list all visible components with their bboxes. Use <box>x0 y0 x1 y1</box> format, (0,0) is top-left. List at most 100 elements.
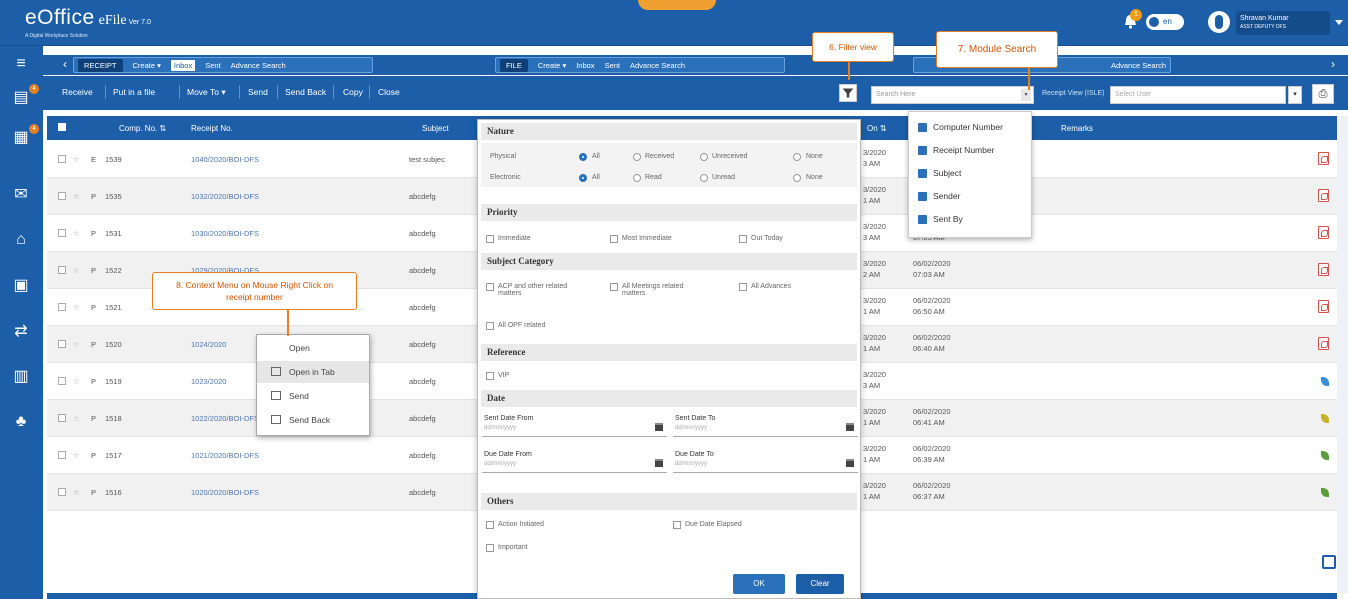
row-checkbox[interactable] <box>58 266 66 274</box>
star-icon[interactable]: ☆ <box>73 451 80 460</box>
receipt-number-link[interactable]: 1032/2020/BOI-DFS <box>191 192 259 201</box>
due-date-from-field[interactable]: Due Date From dd/mm/yyyy <box>482 449 667 473</box>
context-open[interactable]: Open <box>257 337 369 359</box>
receipt-sent-link[interactable]: Sent <box>205 61 220 70</box>
star-icon[interactable]: ☆ <box>73 229 80 238</box>
expand-icon[interactable] <box>1322 555 1336 569</box>
user-avatar-icon[interactable] <box>1208 11 1230 33</box>
home-icon[interactable]: ⌂ <box>11 230 31 250</box>
receipt-inbox-link[interactable]: Inbox <box>170 59 196 71</box>
search-input[interactable]: Search Here ▾ <box>871 86 1034 104</box>
transfer-icon[interactable]: ⇄ <box>11 322 31 342</box>
action-initiated-checkbox[interactable] <box>486 521 494 529</box>
clear-button[interactable]: Clear <box>796 574 844 594</box>
sent-by-option[interactable]: Sent By <box>918 214 963 224</box>
star-icon[interactable]: ☆ <box>73 340 80 349</box>
star-icon[interactable]: ☆ <box>73 192 80 201</box>
context-send[interactable]: Send <box>257 385 369 407</box>
star-icon[interactable]: ☆ <box>73 414 80 423</box>
electronic-read-radio[interactable] <box>633 174 641 182</box>
receipt-advance-search-link[interactable]: Advance Search <box>231 61 286 70</box>
row-checkbox[interactable] <box>58 377 66 385</box>
filter-icon[interactable] <box>839 84 857 102</box>
receipt-number-link[interactable]: 1024/2020 <box>191 340 226 349</box>
pdf-icon[interactable] <box>1318 337 1329 350</box>
receipt-create-menu[interactable]: Create ▾ <box>133 61 161 70</box>
file-icon[interactable]: ▦ <box>11 128 31 148</box>
out-today-checkbox[interactable] <box>739 235 747 243</box>
receipt-number-link[interactable]: 1022/2020/BOI-DFS <box>191 414 259 423</box>
receipt-number-option[interactable]: Receipt Number <box>918 145 994 155</box>
receipt-number-link[interactable]: 1040/2020/BOI-DFS <box>191 155 259 164</box>
print-icon[interactable]: ⎙ <box>1312 84 1334 104</box>
copy-button[interactable]: Copy <box>343 87 363 97</box>
row-checkbox[interactable] <box>58 303 66 311</box>
electronic-all-radio[interactable] <box>579 174 587 182</box>
physical-received-radio[interactable] <box>633 153 641 161</box>
sent-date-from-field[interactable]: Sent Date From dd/mm/yyyy <box>482 413 667 437</box>
select-user-input[interactable]: Select User <box>1110 86 1286 104</box>
receipt-menu-title[interactable]: RECEIPT <box>78 58 123 72</box>
calendar-icon[interactable] <box>655 423 663 431</box>
report-icon[interactable]: ▥ <box>11 367 31 387</box>
pdf-icon[interactable] <box>1318 152 1329 165</box>
vip-checkbox[interactable] <box>486 372 494 380</box>
user-admin-icon[interactable]: ♣ <box>11 412 31 432</box>
pdf-icon[interactable] <box>1318 263 1329 276</box>
caret-down-icon[interactable] <box>1335 20 1343 25</box>
pdf-icon[interactable] <box>1318 300 1329 313</box>
dak-icon[interactable]: ✉ <box>11 185 31 205</box>
receipt-number-link[interactable]: 1021/2020/BOI-DFS <box>191 451 259 460</box>
sent-date-to-field[interactable]: Sent Date To dd/mm/yyyy <box>673 413 858 437</box>
opf-checkbox[interactable] <box>486 322 494 330</box>
send-button[interactable]: Send <box>248 87 268 97</box>
advances-checkbox[interactable] <box>739 283 747 291</box>
chevron-down-icon[interactable]: ▾ <box>1021 89 1031 101</box>
user-menu[interactable]: Shravan Kumar ASST DEPUTY DFS <box>1236 11 1330 35</box>
send-back-button[interactable]: Send Back <box>285 87 326 97</box>
row-checkbox[interactable] <box>58 451 66 459</box>
receipt-number-link[interactable]: 1023/2020 <box>191 377 226 386</box>
chevron-down-icon[interactable]: ▾ <box>1288 86 1302 104</box>
receipt-icon[interactable]: ▤ <box>11 88 31 108</box>
file-menu-title[interactable]: FILE <box>500 58 528 72</box>
row-checkbox[interactable] <box>58 229 66 237</box>
receipt-no-header[interactable]: Receipt No. <box>191 124 233 133</box>
pdf-icon[interactable] <box>1318 226 1329 239</box>
meetings-checkbox[interactable] <box>610 283 618 291</box>
eoffice-logo[interactable]: eOffice eFile Ver 7.0 A Digital Workplace … <box>25 6 151 39</box>
language-toggle[interactable]: en <box>1146 14 1184 30</box>
calendar-icon[interactable] <box>846 459 854 467</box>
subject-option[interactable]: Subject <box>918 168 961 178</box>
row-checkbox[interactable] <box>58 414 66 422</box>
receipt-number-link[interactable]: 1020/2020/BOI-DFS <box>191 488 259 497</box>
chevron-left-icon[interactable]: ‹ <box>63 57 67 71</box>
attachment-status-icon[interactable] <box>1321 451 1329 460</box>
close-button[interactable]: Close <box>378 87 400 97</box>
context-send-back[interactable]: Send Back <box>257 409 369 431</box>
electronic-none-radio[interactable] <box>793 174 801 182</box>
menu-icon[interactable]: ≡ <box>11 54 31 74</box>
file-create-menu[interactable]: Create ▾ <box>538 61 566 70</box>
physical-none-radio[interactable] <box>793 153 801 161</box>
inbox-icon[interactable]: ▣ <box>11 276 31 296</box>
attachment-status-icon[interactable] <box>1321 488 1329 497</box>
star-icon[interactable]: ☆ <box>73 488 80 497</box>
ok-button[interactable]: OK <box>733 574 785 594</box>
row-checkbox[interactable] <box>58 192 66 200</box>
comp-no-header[interactable]: Comp. No. ⇅ <box>119 124 166 133</box>
context-open-in-tab[interactable]: Open in Tab <box>257 361 369 383</box>
move-to-button[interactable]: Move To ▾ <box>187 87 226 98</box>
receive-button[interactable]: Receive <box>62 87 93 97</box>
physical-unreceived-radio[interactable] <box>700 153 708 161</box>
attachment-status-icon[interactable] <box>1321 414 1329 423</box>
pdf-icon[interactable] <box>1318 189 1329 202</box>
attachment-status-icon[interactable] <box>1321 377 1329 386</box>
select-all-checkbox[interactable] <box>58 123 66 131</box>
row-checkbox[interactable] <box>58 488 66 496</box>
physical-all-radio[interactable] <box>579 153 587 161</box>
star-icon[interactable]: ☆ <box>73 266 80 275</box>
important-checkbox[interactable] <box>486 544 494 552</box>
computer-number-option[interactable]: Computer Number <box>918 122 1003 132</box>
calendar-icon[interactable] <box>655 459 663 467</box>
